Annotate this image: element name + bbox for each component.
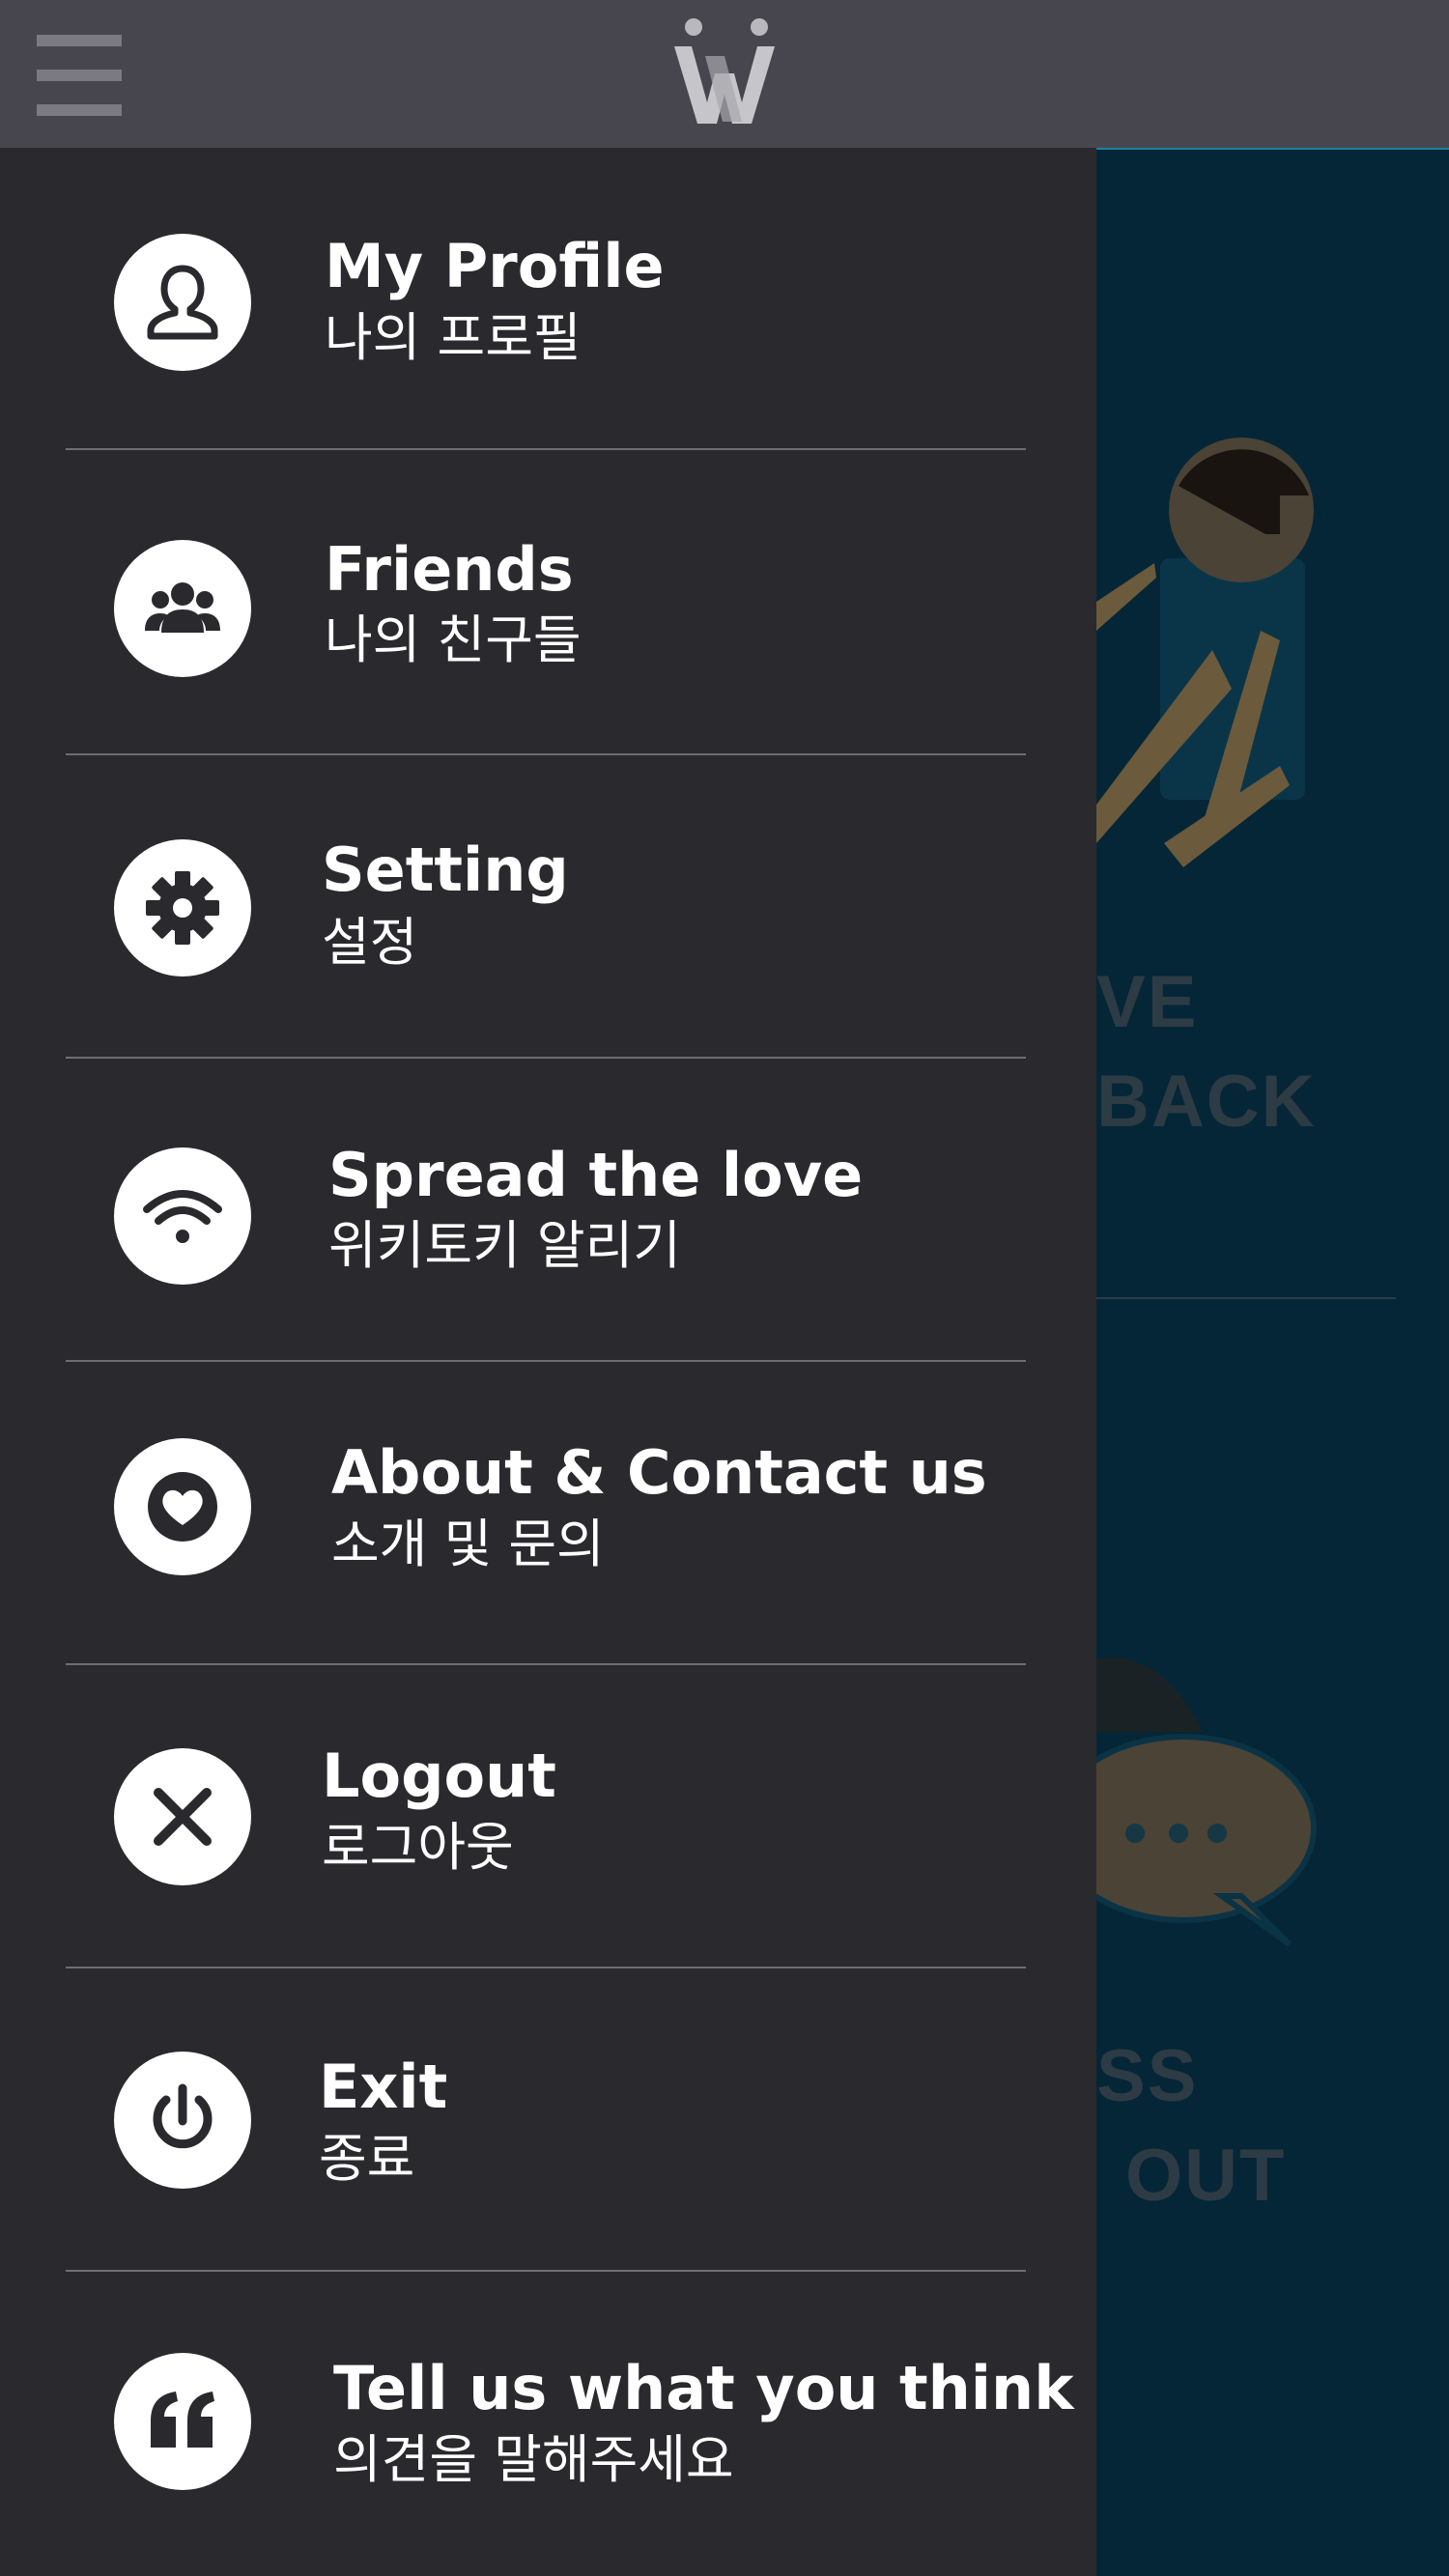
- close-icon: [114, 1748, 251, 1885]
- menu-item-spread-the-love[interactable]: Spread the love 위키토키 알리기: [0, 1059, 1096, 1361]
- wikitalki-logo: [674, 18, 775, 124]
- menu-item-setting[interactable]: Setting 설정: [0, 755, 1096, 1058]
- menu-item-subtitle: 나의 프로필: [325, 307, 582, 368]
- menu-item-title: Logout: [322, 1741, 556, 1811]
- menu-item-title: Setting: [322, 835, 569, 905]
- wifi-icon: [114, 1147, 251, 1285]
- menu-item-subtitle: 의견을 말해주세요: [333, 2429, 734, 2490]
- menu-item-my-profile[interactable]: My Profile 나의 프로필: [0, 148, 1096, 450]
- menu-item-title: Exit: [319, 2052, 448, 2122]
- menu-item-exit[interactable]: Exit 종료: [0, 1968, 1096, 2271]
- top-bar: [0, 0, 1449, 148]
- menu-item-subtitle: 종료: [319, 2128, 415, 2189]
- menu-item-subtitle: 로그아웃: [322, 1817, 514, 1878]
- power-icon: [114, 2052, 251, 2189]
- menu-item-logout[interactable]: Logout 로그아웃: [0, 1665, 1096, 1967]
- background-text-1a: VE: [1096, 961, 1199, 1043]
- menu-item-friends[interactable]: Friends 나의 친구들: [0, 450, 1096, 752]
- menu-item-subtitle: 설정: [322, 912, 418, 973]
- hamburger-icon[interactable]: [37, 35, 122, 116]
- background-text-1b: BACK: [1096, 1061, 1317, 1143]
- menu-item-about-contact[interactable]: About & Contact us 소개 및 문의: [0, 1362, 1096, 1664]
- menu-item-title: About & Contact us: [331, 1437, 987, 1508]
- menu-item-subtitle: 위키토키 알리기: [328, 1215, 681, 1276]
- heart-icon: [114, 1438, 251, 1575]
- profile-icon: [114, 234, 251, 371]
- menu-item-title: Spread the love: [328, 1140, 864, 1210]
- menu-item-title: Friends: [325, 534, 574, 605]
- background-text-2b: OUT: [1125, 2135, 1287, 2217]
- menu-item-title: Tell us what you think: [333, 2353, 1074, 2423]
- quote-icon: [114, 2353, 251, 2490]
- menu-item-subtitle: 나의 친구들: [325, 609, 582, 670]
- menu-item-subtitle: 소개 및 문의: [331, 1514, 605, 1574]
- menu-item-title: My Profile: [325, 231, 665, 301]
- friends-icon: [114, 540, 251, 677]
- gear-icon: [114, 839, 251, 977]
- background-divider: [1096, 1297, 1396, 1299]
- menu-item-feedback[interactable]: Tell us what you think 의견을 말해주세요: [0, 2272, 1096, 2574]
- background-text-2a: SS: [1096, 2035, 1199, 2117]
